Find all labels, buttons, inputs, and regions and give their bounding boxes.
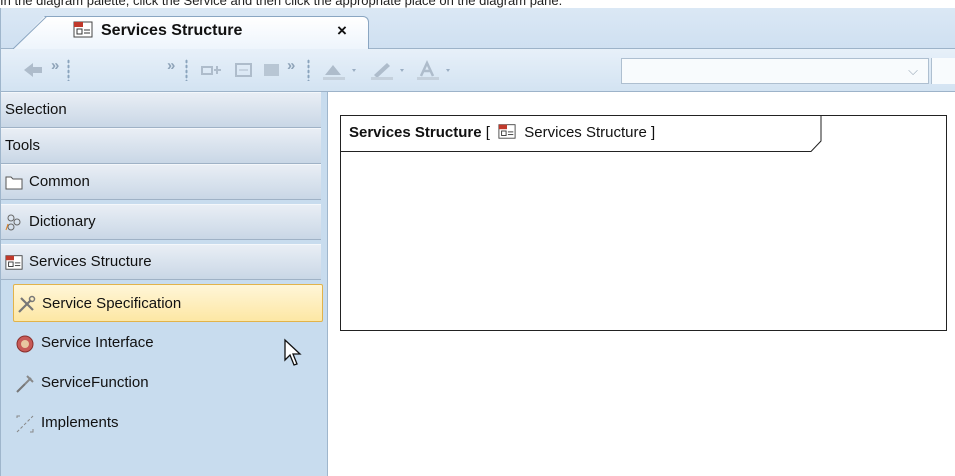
palette-section-services-structure[interactable]: Services Structure: [1, 244, 321, 280]
instruction-caption: In the diagram palette, click the Servic…: [0, 0, 563, 8]
diagram-toolbar: » » » ⌵: [1, 49, 955, 92]
toolbar-extra-field[interactable]: [931, 58, 955, 84]
palette-item-label: Implements: [41, 414, 119, 431]
service-function-icon: [16, 375, 34, 393]
font-selector-dropdown[interactable]: ⌵: [621, 58, 929, 84]
palette-section-label: Tools: [5, 137, 41, 154]
palette-section-label: Services Structure: [29, 253, 152, 270]
image-icon[interactable]: [261, 59, 283, 81]
palette-item-service-interface[interactable]: Service Interface: [13, 324, 323, 362]
palette-item-implements[interactable]: Implements: [13, 404, 323, 442]
frame-name: Services Structure: [349, 124, 482, 141]
diagram-palette: Selection Tools Common Dictionary Servic…: [1, 92, 327, 476]
toolbar-grip[interactable]: [67, 59, 70, 81]
implements-icon: [16, 415, 34, 433]
frame-bracket-close: ]: [650, 124, 656, 141]
layout-icon[interactable]: [199, 59, 223, 81]
fill-color-icon[interactable]: [321, 59, 361, 81]
diagram-pane[interactable]: Services Structure [ Services Structure …: [327, 92, 955, 476]
palette-section-selection[interactable]: Selection: [1, 92, 321, 128]
back-arrow-icon[interactable]: [21, 59, 45, 81]
toolbar-grip[interactable]: [185, 59, 188, 81]
font-color-icon[interactable]: [415, 59, 455, 81]
close-tab-icon[interactable]: ×: [337, 21, 347, 41]
palette-item-label: Service Interface: [41, 334, 154, 351]
palette-section-tools[interactable]: Tools: [1, 128, 321, 164]
palette-section-common[interactable]: Common: [1, 164, 321, 200]
diagram-frame[interactable]: Services Structure [ Services Structure …: [340, 115, 947, 331]
line-color-icon[interactable]: [369, 59, 409, 81]
frame-label: Services Structure [ Services Structure …: [349, 122, 655, 141]
palette-section-label: Dictionary: [29, 213, 96, 230]
palette-section-label: Selection: [5, 101, 67, 118]
services-structure-icon: [5, 255, 23, 270]
tab-edge-decoration: [13, 16, 47, 49]
modeling-tool-window: Services Structure × » » » ⌵ Selection T…: [0, 8, 955, 476]
palette-section-dictionary[interactable]: Dictionary: [1, 204, 321, 240]
folder-icon: [5, 176, 23, 190]
palette-item-label: ServiceFunction: [41, 374, 149, 391]
services-structure-icon: [498, 124, 516, 139]
mouse-pointer-icon: [284, 338, 302, 366]
services-structure-icon: [73, 21, 93, 38]
palette-item-label: Service Specification: [42, 295, 182, 312]
diagram-tab-bar: Services Structure ×: [1, 8, 955, 49]
chevron-down-icon[interactable]: ⌵: [908, 63, 918, 79]
tab-title: Services Structure: [101, 22, 243, 39]
palette-item-service-function[interactable]: ServiceFunction: [13, 364, 323, 402]
frame-type: Services Structure: [524, 124, 647, 141]
toolbar-overflow-icon[interactable]: »: [167, 57, 175, 74]
palette-section-label: Common: [29, 173, 90, 190]
grid-icon[interactable]: [233, 59, 255, 81]
service-interface-icon: [16, 335, 34, 353]
palette-item-service-specification[interactable]: Service Specification: [13, 284, 323, 322]
toolbar-overflow-icon[interactable]: »: [51, 57, 59, 74]
toolbar-overflow-icon[interactable]: »: [287, 57, 295, 74]
service-specification-icon: [18, 295, 36, 313]
frame-bracket-open: [: [485, 124, 490, 141]
dictionary-icon: [5, 214, 21, 231]
toolbar-grip[interactable]: [307, 59, 310, 81]
